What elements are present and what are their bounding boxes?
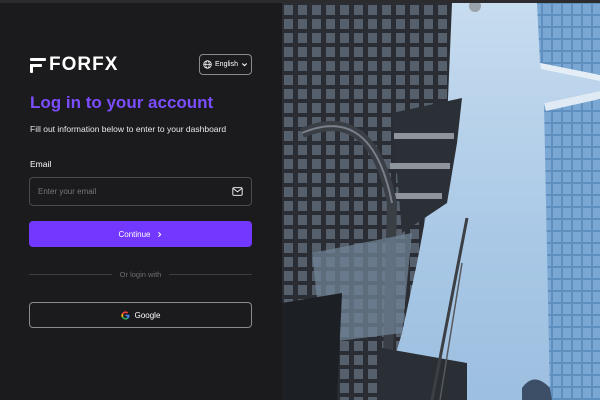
language-selector[interactable]: English: [199, 54, 252, 75]
email-input[interactable]: [38, 187, 232, 196]
chevron-down-icon: [241, 63, 248, 67]
google-icon: [120, 310, 130, 320]
cityscape-image: [282, 3, 600, 400]
cityscape-photo: [282, 3, 600, 400]
email-field[interactable]: [29, 177, 252, 206]
google-label: Google: [134, 310, 161, 320]
google-login-button[interactable]: Google: [29, 302, 252, 328]
divider-label: Or login with: [119, 269, 162, 279]
brand-name: FORFX: [49, 54, 119, 75]
mail-icon: [232, 187, 243, 196]
globe-icon: [203, 60, 212, 69]
chevron-right-icon: [157, 231, 161, 237]
logo-mark-icon: [30, 57, 46, 73]
login-divider: Or login with: [29, 268, 252, 280]
continue-label: Continue: [118, 229, 151, 239]
page-subtitle: Fill out information below to enter to y…: [30, 124, 227, 134]
page-title: Log in to your account: [30, 93, 214, 112]
email-label: Email: [30, 159, 52, 169]
language-label: English: [215, 61, 238, 68]
brand-logo: FORFX: [30, 55, 118, 75]
continue-button[interactable]: Continue: [29, 221, 252, 247]
